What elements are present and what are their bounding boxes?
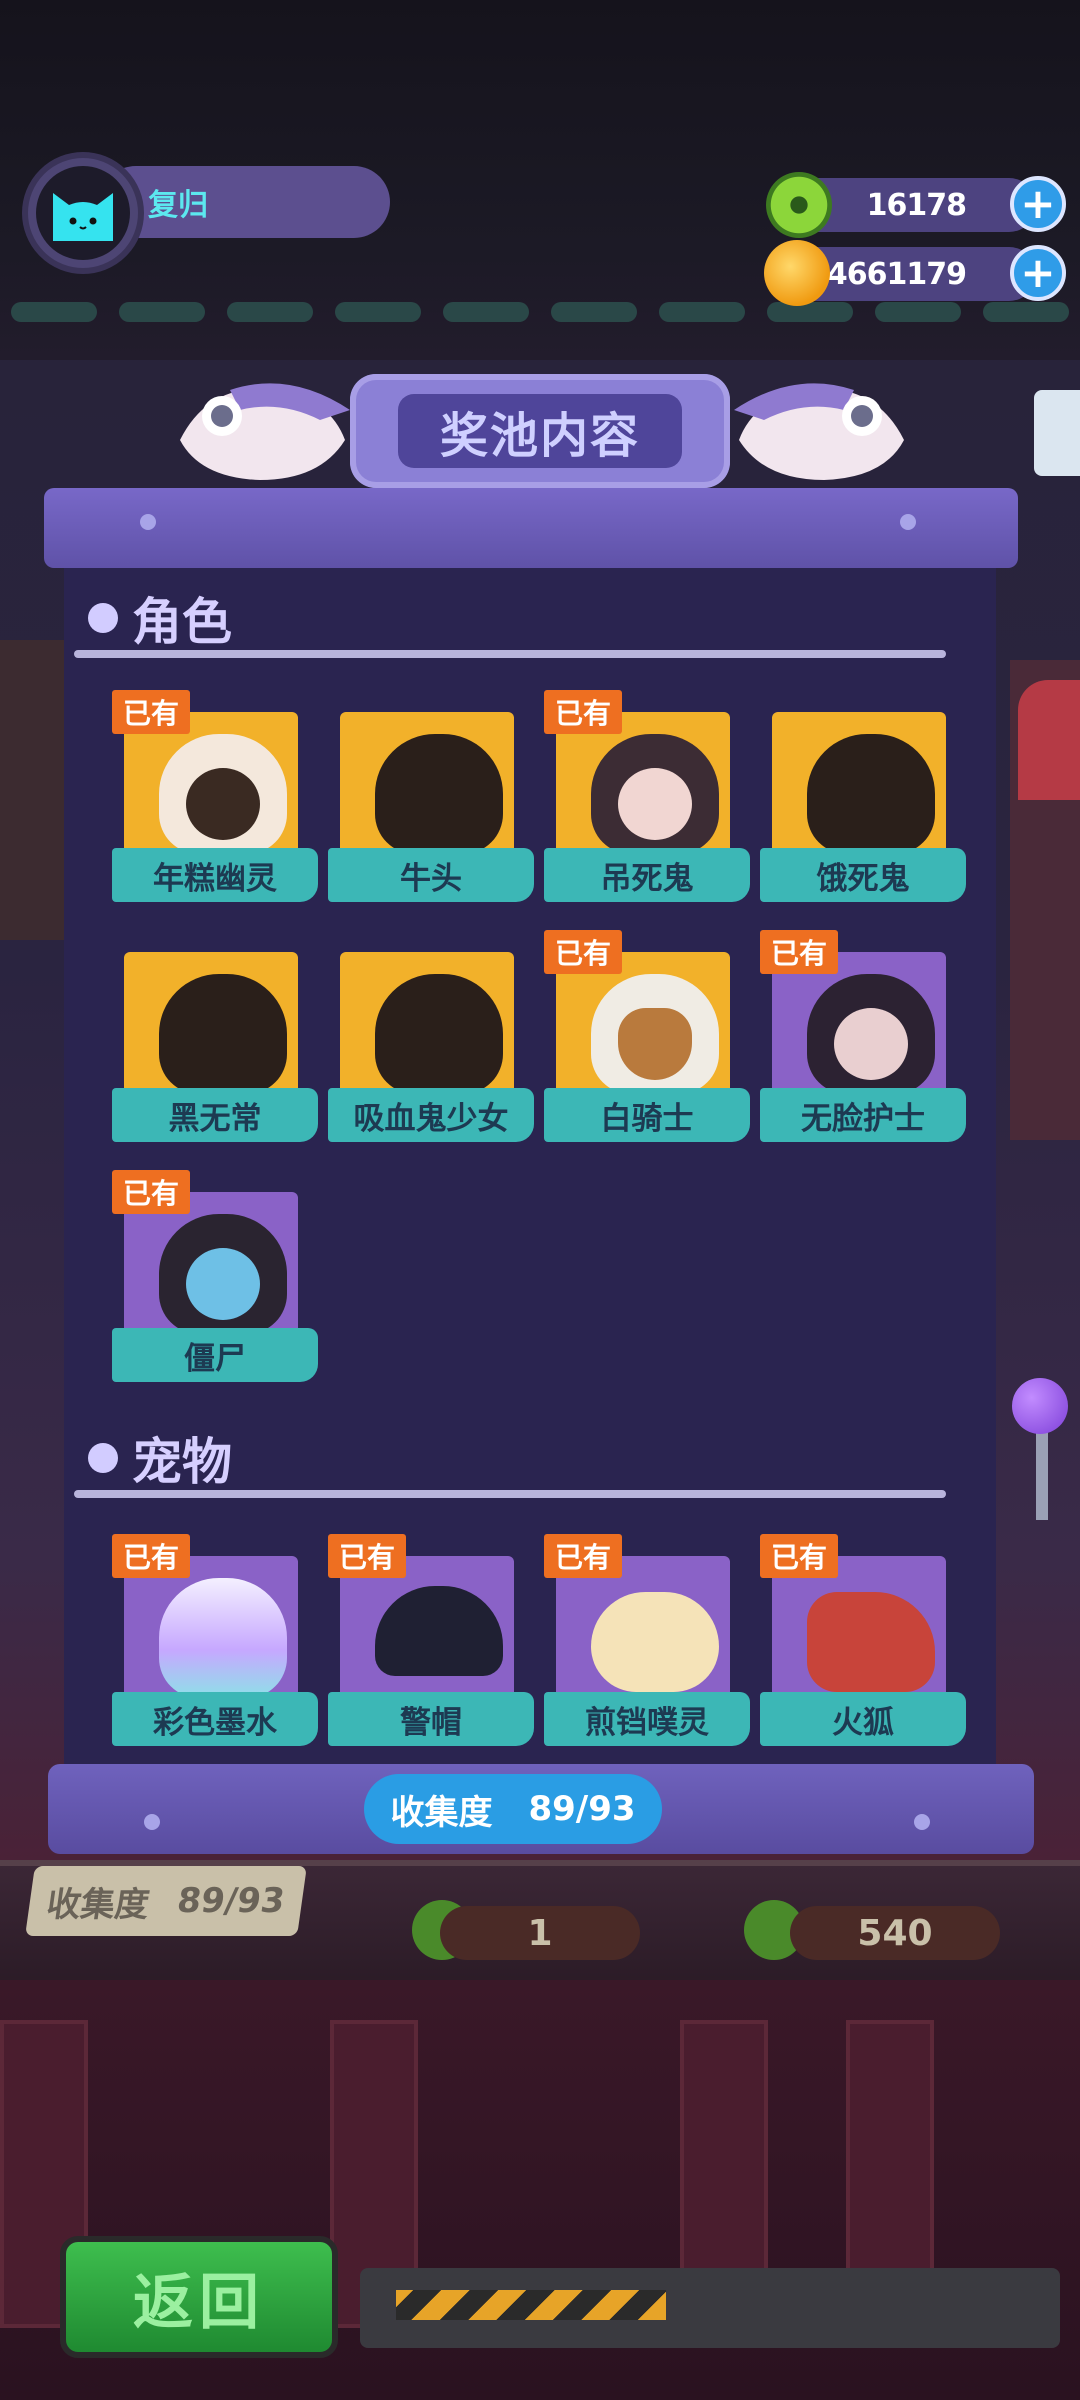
prize-pool-list[interactable]: 角色 已有 年糕幽灵 牛头 已有 吊死鬼 饿死鬼 黑无常 吸血鬼少女 已有 白骑… xyxy=(64,568,996,1764)
item-card-black-impermanence[interactable]: 黑无常 xyxy=(112,952,318,1148)
pet-figure xyxy=(591,1592,719,1692)
character-face xyxy=(618,1008,692,1080)
machine-left xyxy=(0,640,66,940)
fish-decoration-left xyxy=(180,383,350,480)
item-name: 彩色墨水 xyxy=(112,1692,318,1746)
item-card-jiangshi[interactable]: 已有 僵尸 xyxy=(112,1170,318,1388)
section-divider xyxy=(74,650,946,658)
owned-badge: 已有 xyxy=(328,1534,406,1578)
item-card-rainbow-ink[interactable]: 已有 彩色墨水 xyxy=(112,1534,318,1752)
character-silhouette xyxy=(159,974,287,1094)
collection-progress: 收集度 89/93 xyxy=(364,1774,662,1844)
pet-figure xyxy=(375,1586,503,1676)
character-face xyxy=(834,1008,908,1080)
section-pets-title: 宠物 xyxy=(132,1433,232,1491)
collection-label: 收集度 xyxy=(390,1792,493,1833)
owned-badge: 已有 xyxy=(760,930,838,974)
item-card-hanged-ghost[interactable]: 已有 吊死鬼 xyxy=(544,690,750,908)
owned-badge: 已有 xyxy=(112,1170,190,1214)
section-pets-header: 宠物 xyxy=(88,1422,232,1494)
item-card-dumpling-spirit[interactable]: 已有 煎铛噗灵 xyxy=(544,1534,750,1752)
character-face xyxy=(618,768,692,840)
cat-avatar-icon xyxy=(53,193,113,241)
character-face xyxy=(186,768,260,840)
character-silhouette xyxy=(375,974,503,1094)
owned-badge: 已有 xyxy=(544,1534,622,1578)
item-card-police-hat[interactable]: 已有 警帽 xyxy=(328,1534,534,1752)
add-coin-button[interactable]: + xyxy=(1010,245,1066,301)
item-name: 牛头 xyxy=(328,848,534,902)
side-tab[interactable] xyxy=(1034,390,1080,476)
item-name: 无脸护士 xyxy=(760,1088,966,1142)
section-characters-header: 角色 xyxy=(88,582,232,654)
item-name: 僵尸 xyxy=(112,1328,318,1382)
cost-pill-1: 1 xyxy=(440,1906,640,1960)
pet-figure xyxy=(807,1592,935,1692)
item-name: 火狐 xyxy=(760,1692,966,1746)
item-name: 黑无常 xyxy=(112,1088,318,1142)
background-collection-badge: 收集度 89/93 xyxy=(25,1866,307,1936)
donut-currency-value: 16178 xyxy=(866,188,967,223)
collection-value: 89/93 xyxy=(528,1789,636,1829)
item-card-fire-fox[interactable]: 已有 火狐 xyxy=(760,1534,966,1752)
gold-planet-coin-icon xyxy=(764,240,830,306)
item-name: 吸血鬼少女 xyxy=(328,1088,534,1142)
section-characters-title: 角色 xyxy=(132,593,232,651)
avatar[interactable] xyxy=(22,152,144,274)
section-bullet xyxy=(88,603,118,633)
lever-stick xyxy=(1036,1430,1048,1520)
cost-2-value: 540 xyxy=(857,1912,933,1954)
item-card-starving-ghost[interactable]: 饿死鬼 xyxy=(760,712,966,908)
bolt xyxy=(144,1814,160,1830)
item-name: 饿死鬼 xyxy=(760,848,966,902)
add-donut-button[interactable]: + xyxy=(1010,176,1066,232)
player-name: 复归 xyxy=(148,188,208,223)
profile-bar[interactable] xyxy=(100,166,390,238)
item-card-faceless-nurse[interactable]: 已有 无脸护士 xyxy=(760,930,966,1148)
bolt xyxy=(900,514,916,530)
background-collection-value: 89/93 xyxy=(174,1881,288,1921)
modal-header-bar xyxy=(44,488,1018,568)
item-card-vampire-girl[interactable]: 吸血鬼少女 xyxy=(328,952,534,1148)
modal-title: 奖池内容 xyxy=(398,394,682,468)
owned-badge: 已有 xyxy=(112,1534,190,1578)
item-name: 煎铛噗灵 xyxy=(544,1692,750,1746)
bolt xyxy=(914,1814,930,1830)
hazard-stripe xyxy=(396,2290,666,2320)
item-card-ox-head[interactable]: 牛头 xyxy=(328,712,534,908)
bolt xyxy=(140,514,156,530)
coin-currency-value: 14661179 xyxy=(807,257,967,292)
item-name: 年糕幽灵 xyxy=(112,848,318,902)
character-face xyxy=(186,1248,260,1320)
owned-badge: 已有 xyxy=(112,690,190,734)
item-name: 白骑士 xyxy=(544,1088,750,1142)
background-collection-label: 收集度 xyxy=(44,1884,152,1925)
owned-badge: 已有 xyxy=(544,930,622,974)
pet-figure xyxy=(159,1578,287,1698)
section-divider xyxy=(74,1490,946,1498)
character-silhouette xyxy=(375,734,503,854)
owned-badge: 已有 xyxy=(544,690,622,734)
jukebox xyxy=(1018,680,1080,800)
green-donut-icon xyxy=(766,172,832,238)
cost-pill-2: 540 xyxy=(790,1906,1000,1960)
item-name: 警帽 xyxy=(328,1692,534,1746)
section-bullet xyxy=(88,1443,118,1473)
owned-badge: 已有 xyxy=(760,1534,838,1578)
back-button[interactable]: 返回 xyxy=(60,2236,338,2358)
item-card-nian-gao-ghost[interactable]: 已有 年糕幽灵 xyxy=(112,690,318,908)
fish-decoration-right xyxy=(734,383,904,480)
cost-1-value: 1 xyxy=(527,1912,553,1954)
character-silhouette xyxy=(807,734,935,854)
item-card-white-knight[interactable]: 已有 白骑士 xyxy=(544,930,750,1148)
lever-knob[interactable] xyxy=(1012,1378,1068,1434)
shelf-lights xyxy=(0,298,1080,326)
item-name: 吊死鬼 xyxy=(544,848,750,902)
